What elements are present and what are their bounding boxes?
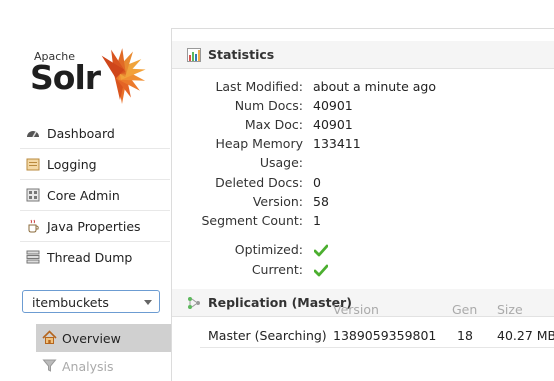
nav-item-core-admin[interactable]: Core Admin (20, 180, 170, 211)
replication-row-name: Master (Searching) (208, 328, 327, 343)
nav-item-thread-dump[interactable]: Thread Dump (20, 242, 170, 272)
core-menu-analysis[interactable]: Analysis (36, 352, 171, 380)
stat-label: Segment Count: (201, 213, 303, 228)
dashboard-icon (27, 131, 39, 138)
core-selector-value: itembuckets (32, 295, 109, 310)
stat-value: 133411 (313, 136, 361, 151)
core-menu-label: Overview (62, 331, 121, 346)
stat-row: Segment Count: 1 (172, 213, 554, 232)
stat-row-optimized: Optimized: (172, 242, 554, 261)
stat-label: Num Docs: (234, 98, 303, 113)
stat-row: Last Modified: about a minute ago (172, 79, 554, 98)
core-selector[interactable]: itembuckets (22, 290, 160, 313)
stat-label: Heap Memory (215, 136, 304, 151)
stat-value: 58 (313, 194, 329, 209)
nav-label: Logging (47, 157, 97, 172)
replication-row-gen: 18 (457, 328, 473, 343)
stat-row: Version: 58 (172, 194, 554, 213)
nav-label: Core Admin (47, 188, 120, 203)
replication-row-version: 1389059359801 (333, 328, 437, 343)
stat-row: Usage: (172, 155, 554, 174)
solr-logo[interactable]: Apache Solr (28, 34, 158, 106)
stat-row: Heap Memory 133411 (172, 136, 554, 155)
stat-label: Max Doc: (244, 117, 303, 132)
core-menu-label: Analysis (62, 359, 114, 374)
replication-row-size: 40.27 MB (497, 328, 554, 343)
check-icon (314, 264, 328, 277)
replication-col-size: Size (497, 302, 523, 317)
stat-value: 40901 (313, 98, 353, 113)
thread-dump-icon (26, 250, 40, 264)
stat-label: Usage: (259, 155, 303, 170)
filter-icon (42, 359, 57, 372)
statistics-header: Statistics (172, 41, 554, 69)
nav-label: Thread Dump (47, 250, 133, 265)
main-nav: Dashboard Logging Core Admin Java Proper… (20, 118, 170, 272)
replication-col-gen: Gen (452, 302, 478, 317)
statistics-title: Statistics (208, 47, 275, 62)
stat-value: 1 (313, 213, 321, 228)
core-admin-icon (26, 188, 40, 202)
stat-value: 40901 (313, 117, 353, 132)
bar-chart-icon (187, 48, 201, 62)
replication-icon (188, 297, 200, 309)
stat-label: Optimized: (234, 242, 303, 257)
stat-row-current: Current: (172, 262, 554, 281)
core-menu-overview[interactable]: Overview (36, 324, 171, 352)
nav-item-logging[interactable]: Logging (20, 149, 170, 180)
replication-col-version: Version (333, 302, 379, 317)
logging-icon (26, 158, 40, 171)
nav-item-java-properties[interactable]: Java Properties (20, 211, 170, 242)
stat-row: Max Doc: 40901 (172, 117, 554, 136)
stat-label: Last Modified: (215, 79, 303, 94)
home-icon (42, 330, 57, 344)
replication-title: Replication (Master) (208, 295, 352, 310)
java-properties-icon (28, 219, 39, 233)
solr-sunburst-icon (101, 48, 146, 104)
replication-row-divider (200, 347, 554, 348)
stat-value: 0 (313, 175, 321, 190)
stat-label: Current: (251, 262, 303, 277)
stat-row: Num Docs: 40901 (172, 98, 554, 117)
nav-label: Dashboard (47, 126, 115, 141)
check-icon (314, 244, 328, 257)
chevron-down-icon (144, 300, 152, 305)
stat-value: about a minute ago (313, 79, 436, 94)
stat-label: Version: (252, 194, 303, 209)
nav-label: Java Properties (47, 219, 141, 234)
stat-label: Deleted Docs: (215, 175, 303, 190)
nav-item-dashboard[interactable]: Dashboard (20, 118, 170, 149)
stat-row: Deleted Docs: 0 (172, 175, 554, 194)
